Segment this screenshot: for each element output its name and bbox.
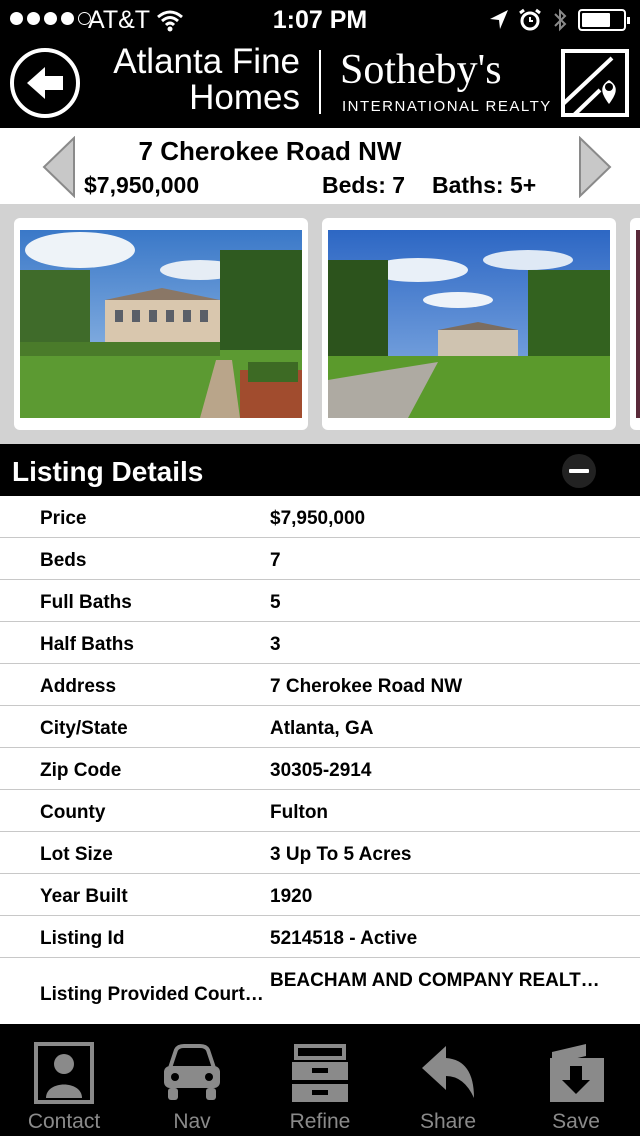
status-bar: AT&T 1:07 PM (0, 0, 640, 40)
photo-gallery[interactable] (0, 204, 640, 444)
detail-label: Year Built (40, 886, 128, 907)
map-pin-icon (561, 49, 629, 117)
property-photo-3[interactable] (630, 218, 640, 430)
cabinet-icon (292, 1044, 348, 1102)
detail-row: Listing Provided Court… BEACHAM AND COMPA… (0, 958, 640, 1024)
house-photo-image (636, 230, 640, 418)
detail-row: City/State Atlanta, GA (0, 706, 640, 748)
tab-share[interactable]: Share (384, 1024, 512, 1136)
detail-label: Listing Id (40, 928, 125, 949)
back-button[interactable] (10, 48, 80, 118)
map-button[interactable] (560, 48, 630, 118)
location-arrow-icon (490, 10, 508, 29)
bottom-tab-bar: Contact Nav Refine Share Save (0, 1024, 640, 1136)
property-photo-2[interactable] (322, 218, 616, 430)
listing-beds: Beds: 7 (322, 172, 406, 198)
detail-row: Year Built 1920 (0, 874, 640, 916)
detail-label: County (40, 802, 106, 823)
detail-value: BEACHAM AND COMPANY REALT… (270, 970, 600, 991)
brand-divider (319, 50, 321, 114)
brand-sothebys: Sotheby's (340, 47, 502, 93)
house-photo-image (20, 230, 302, 418)
detail-label: Price (40, 508, 87, 529)
detail-row: Beds 7 (0, 538, 640, 580)
share-icon (422, 1046, 474, 1098)
app-header: Atlanta Fine Homes Sotheby's INTERNATION… (0, 40, 640, 128)
detail-label: Listing Provided Court… (40, 984, 264, 1005)
property-photo-1[interactable] (14, 218, 308, 430)
tab-save[interactable]: Save (512, 1024, 640, 1136)
detail-label: Address (40, 676, 117, 697)
detail-row: Zip Code 30305-2914 (0, 748, 640, 790)
detail-row: Half Baths 3 (0, 622, 640, 664)
detail-value: Atlanta, GA (270, 718, 374, 739)
detail-row: Price $7,950,000 (0, 496, 640, 538)
car-icon (164, 1044, 220, 1100)
back-arrow-icon (27, 67, 63, 99)
tab-label: Save (552, 1110, 600, 1133)
tab-contact[interactable]: Contact (0, 1024, 128, 1136)
detail-row: County Fulton (0, 790, 640, 832)
detail-row: Address 7 Cherokee Road NW (0, 664, 640, 706)
tab-label: Share (419, 1110, 477, 1133)
tab-label: Nav (173, 1110, 211, 1133)
tab-label: Contact (27, 1110, 101, 1133)
detail-value: 7 Cherokee Road NW (270, 676, 463, 697)
listing-address-title: 7 Cherokee Road NW (138, 136, 402, 166)
detail-row: Lot Size 3 Up To 5 Acres (0, 832, 640, 874)
detail-value: 7 (270, 550, 281, 571)
detail-value: 1920 (270, 886, 313, 907)
detail-value: Fulton (270, 802, 329, 823)
listing-details-header: Listing Details (0, 444, 640, 496)
detail-value: 5214518 - Active (270, 928, 418, 949)
detail-value: 5 (270, 592, 281, 613)
detail-label: Zip Code (40, 760, 122, 781)
detail-value: 3 (270, 634, 281, 655)
brand-atlanta-fine-homes: Atlanta Fine Homes (113, 42, 300, 117)
detail-value: 30305-2914 (270, 760, 372, 781)
detail-label: Lot Size (40, 844, 113, 865)
listing-details-title: Listing Details (12, 456, 204, 487)
detail-row: Listing Id 5214518 - Active (0, 916, 640, 958)
status-time: 1:07 PM (272, 6, 368, 34)
house-photo-image (328, 230, 610, 418)
brand-international-realty: INTERNATIONAL REALTY (342, 98, 552, 115)
save-folder-icon (550, 1044, 604, 1102)
detail-label: City/State (40, 718, 128, 739)
tab-refine[interactable]: Refine (256, 1024, 384, 1136)
listing-details-table: Price $7,950,000 Beds 7 Full Baths 5 Half B… (0, 496, 640, 1024)
alarm-clock-icon (519, 8, 541, 31)
detail-label: Full Baths (40, 592, 132, 613)
listing-nav-bar: 7 Cherokee Road NW $7,950,000 Beds: 7 Ba… (0, 128, 640, 204)
tab-label: Refine (289, 1110, 351, 1133)
detail-row: Full Baths 5 (0, 580, 640, 622)
detail-value: 3 Up To 5 Acres (270, 844, 412, 865)
tab-nav[interactable]: Nav (128, 1024, 256, 1136)
listing-price: $7,950,000 (84, 172, 200, 198)
listing-baths: Baths: 5+ (432, 172, 537, 198)
contact-icon (34, 1042, 94, 1104)
bluetooth-icon (554, 8, 567, 32)
detail-value: $7,950,000 (270, 508, 366, 529)
detail-label: Beds (40, 550, 87, 571)
detail-label: Half Baths (40, 634, 134, 655)
battery-icon (578, 9, 630, 31)
collapse-section-button[interactable] (562, 454, 596, 488)
next-listing-button[interactable] (578, 136, 614, 198)
